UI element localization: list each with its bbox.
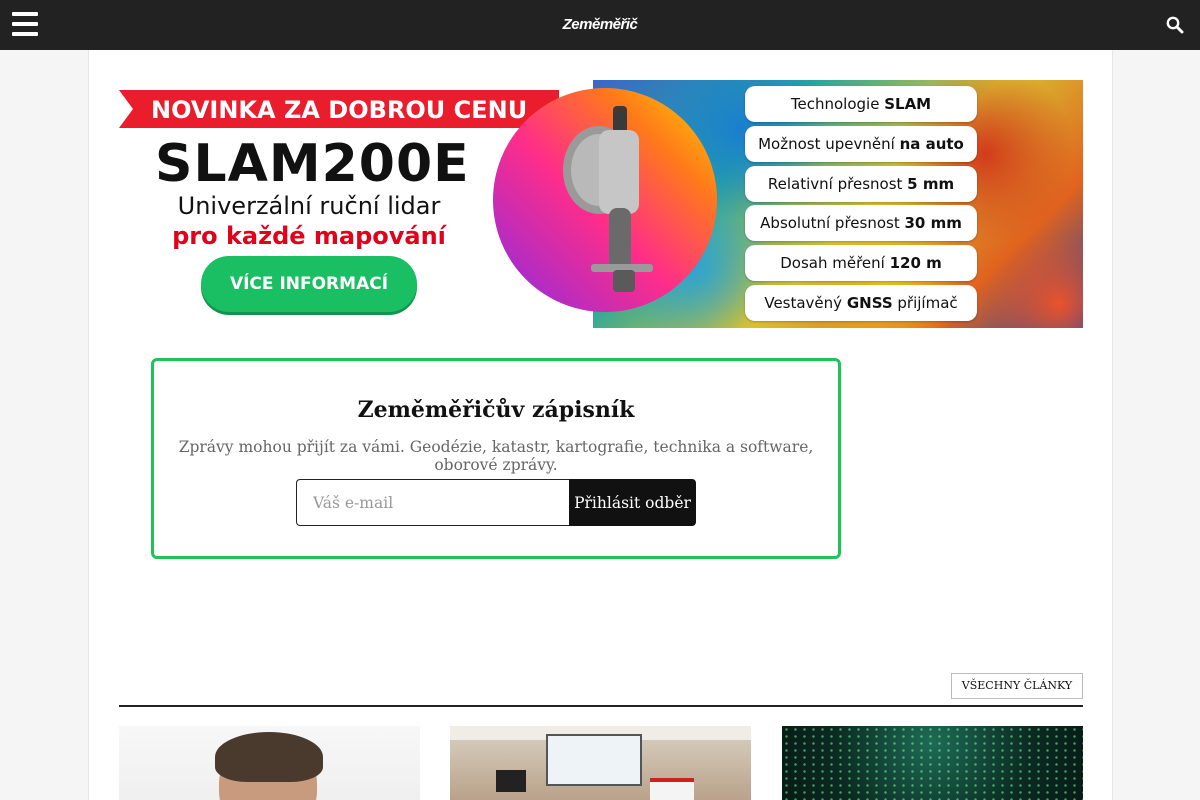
newsletter-form: Přihlásit odběr [296, 479, 696, 526]
article-card-image[interactable] [450, 726, 751, 800]
feature-item: Vestavěný GNSS přijímač [745, 284, 977, 321]
search-icon[interactable] [1166, 16, 1184, 34]
ad-banner[interactable]: NOVINKA ZA DOBROU CENU SLAM200E Univerzá… [119, 80, 1083, 328]
feature-item: Technologie SLAM [745, 86, 977, 122]
handheld-lidar-device-image [563, 106, 653, 292]
top-navbar: Zeměměřič [0, 0, 1200, 50]
banner-subtitle-highlight: pro každé mapování [172, 222, 446, 250]
banner-subtitle: Univerzální ruční lidar [177, 192, 441, 220]
section-divider [119, 705, 1083, 707]
feature-list: Technologie SLAM Možnost upevnění na aut… [745, 86, 977, 325]
feature-item: Možnost upevnění na auto [745, 125, 977, 162]
projection-screen [546, 734, 642, 786]
portrait-hair [215, 732, 323, 782]
subscribe-button[interactable]: Přihlásit odběr [569, 479, 696, 526]
digital-matrix-pattern [782, 726, 1083, 800]
newsletter-title: Zeměměřičův zápisník [357, 397, 635, 423]
wall-monitor [496, 770, 526, 792]
rollup-banner [650, 778, 694, 800]
banner-headline: NOVINKA ZA DOBROU CENU [151, 96, 528, 124]
article-card-image[interactable] [119, 726, 420, 800]
newsletter-description: Zprávy mohou přijít za vámi. Geodézie, k… [178, 438, 814, 474]
email-field[interactable] [296, 479, 570, 526]
feature-item: Relativní přesnost 5 mm [745, 165, 977, 202]
more-info-button[interactable]: VÍCE INFORMACÍ [201, 256, 417, 312]
newsletter-box: Zeměměřičův zápisník Zprávy mohou přijít… [151, 358, 841, 559]
banner-model-name: SLAM200E [155, 134, 470, 194]
article-card-image[interactable] [782, 726, 1083, 800]
site-logo[interactable]: Zeměměřič [0, 16, 1200, 33]
main-content: NOVINKA ZA DOBROU CENU SLAM200E Univerzá… [88, 50, 1113, 800]
feature-item: Dosah měření 120 m [745, 245, 977, 282]
feature-item: Absolutní přesnost 30 mm [745, 205, 977, 242]
all-articles-button[interactable]: VŠECHNY ČLÁNKY [951, 673, 1083, 699]
